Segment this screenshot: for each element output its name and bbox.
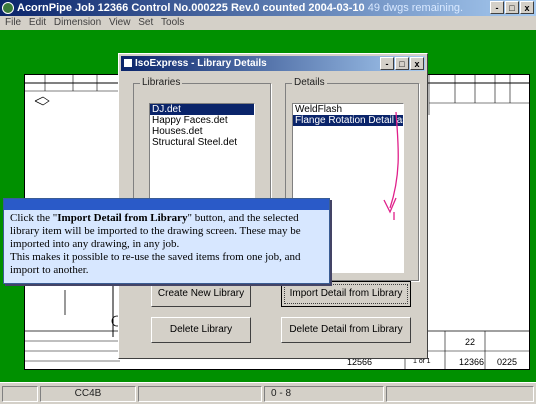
import-detail-button[interactable]: Import Detail from Library: [281, 281, 411, 307]
close-button[interactable]: x: [520, 1, 534, 14]
drawing-sheet-no: 22: [465, 337, 476, 347]
drawing-control-no: 0225: [497, 357, 518, 367]
window-controls: - □ x: [490, 1, 534, 14]
status-bar: CC4B 0 - 8: [0, 382, 536, 404]
library-item[interactable]: Happy Faces.det: [150, 115, 254, 126]
create-library-button[interactable]: Create New Library: [151, 281, 251, 307]
library-item[interactable]: DJ.det: [150, 104, 254, 115]
status-panel-empty-2: [138, 386, 262, 402]
dialog-window-controls: - □ x: [380, 57, 424, 70]
menu-set[interactable]: Set: [138, 17, 153, 28]
status-panel-empty-3: [386, 386, 534, 402]
app-icon: [2, 2, 14, 14]
menu-dimension[interactable]: Dimension: [54, 17, 101, 28]
dialog-title: IsoExpress - Library Details: [135, 58, 267, 69]
delete-detail-button[interactable]: Delete Detail from Library: [281, 317, 411, 343]
menu-bar: File Edit Dimension View Set Tools: [0, 16, 536, 30]
dialog-title-bar: IsoExpress - Library Details - □ x: [121, 56, 425, 71]
arrow-annotation: [383, 112, 399, 220]
drawing-sheet-count: 1 of 1: [413, 358, 431, 365]
menu-view[interactable]: View: [109, 17, 131, 28]
callout-line2: This makes it possible to re-use the sav…: [10, 251, 301, 276]
status-panel-empty: [2, 386, 38, 402]
dialog-minimize-button[interactable]: -: [380, 57, 394, 70]
maximize-button[interactable]: □: [505, 1, 519, 14]
details-label: Details: [292, 77, 327, 88]
app-title-bar: AcornPipe Job 12366 Control No.000225 Re…: [0, 0, 536, 16]
callout-button-name: Import Detail from Library: [57, 212, 188, 224]
help-callout: Click the "Import Detail from Library" b…: [3, 198, 330, 284]
library-item[interactable]: Structural Steel.det: [150, 137, 254, 148]
callout-header-bar: [4, 199, 329, 210]
callout-text: Click the "Import Detail from Library" b…: [10, 212, 301, 276]
status-panel-code: CC4B: [40, 386, 136, 402]
menu-tools[interactable]: Tools: [161, 17, 184, 28]
dialog-maximize-button[interactable]: □: [395, 57, 409, 70]
app-title: AcornPipe Job 12366 Control No.000225 Re…: [17, 2, 464, 14]
menu-file[interactable]: File: [5, 17, 21, 28]
menu-edit[interactable]: Edit: [29, 17, 46, 28]
delete-library-button[interactable]: Delete Library: [151, 317, 251, 343]
drawing-job-no: 12366: [459, 357, 485, 367]
dialog-icon: [124, 59, 132, 67]
dialog-close-button[interactable]: x: [410, 57, 424, 70]
libraries-label: Libraries: [140, 77, 183, 88]
library-item[interactable]: Houses.det: [150, 126, 254, 137]
status-panel-range: 0 - 8: [264, 386, 384, 402]
minimize-button[interactable]: -: [490, 1, 504, 14]
